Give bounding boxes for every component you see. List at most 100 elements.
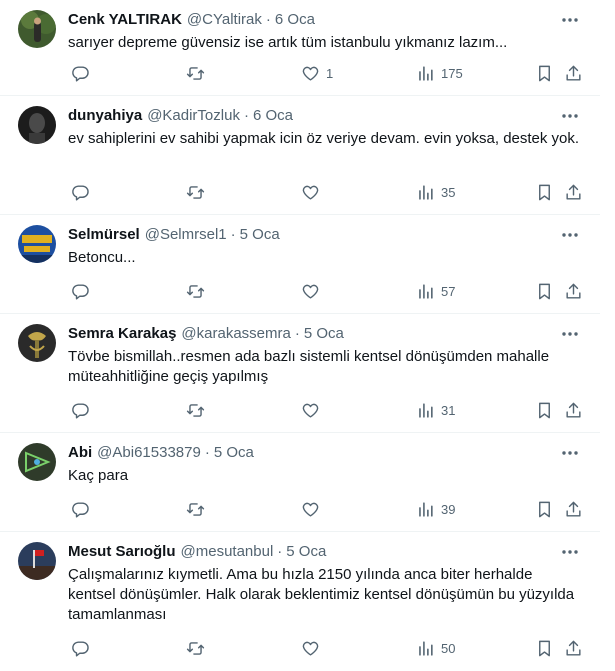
tweet-text: Çalışmalarınız kıymetli. Ama bu hızla 21…: [68, 566, 575, 623]
separator-dot: ·: [243, 107, 249, 124]
tweet-time[interactable]: 5 Oca: [214, 443, 254, 462]
author-name[interactable]: dunyahiya: [68, 106, 142, 125]
bookmark-button[interactable]: [535, 400, 554, 420]
tweet-item[interactable]: Selmürsel @Selmrsel1 · 5 Oca Betoncu... …: [0, 215, 600, 314]
views-icon: [419, 640, 433, 656]
author-handle[interactable]: @karakassemra: [181, 324, 290, 343]
reply-button[interactable]: [71, 499, 90, 519]
share-button[interactable]: [564, 499, 583, 519]
share-button[interactable]: [564, 400, 583, 420]
reply-button[interactable]: [71, 281, 90, 301]
more-icon[interactable]: [560, 106, 580, 126]
retweet-button[interactable]: [186, 638, 205, 658]
author-handle[interactable]: @mesutanbul: [181, 542, 274, 561]
bookmark-icon: [539, 184, 550, 200]
like-button[interactable]: 1: [301, 63, 333, 83]
tweet-item[interactable]: Mesut Sarıoğlu @mesutanbul · 5 Oca Çalış…: [0, 532, 600, 671]
views-count: 57: [441, 283, 456, 299]
views-count: 39: [441, 501, 456, 517]
avatar[interactable]: [18, 225, 56, 263]
views-button[interactable]: 175: [416, 63, 463, 83]
views-button[interactable]: 39: [416, 499, 455, 519]
tweet-actions: 50: [68, 638, 584, 658]
tweet-text: Tövbe bismillah..resmen ada bazlı sistem…: [68, 348, 550, 385]
author-handle[interactable]: @KadirTozluk: [147, 106, 240, 125]
share-icon: [566, 184, 581, 200]
avatar[interactable]: [18, 324, 56, 362]
tweet-time[interactable]: 6 Oca: [253, 106, 293, 125]
more-icon[interactable]: [560, 10, 580, 30]
author-name[interactable]: Selmürsel: [68, 225, 140, 244]
author-name[interactable]: Cenk YALTIRAK: [68, 10, 182, 29]
tweet-time[interactable]: 5 Oca: [240, 225, 280, 244]
more-icon[interactable]: [560, 324, 580, 344]
more-icon[interactable]: [560, 225, 580, 245]
tweet-time[interactable]: 5 Oca: [304, 324, 344, 343]
share-button[interactable]: [564, 63, 583, 83]
separator-dot: ·: [265, 11, 271, 28]
bookmark-icon: [539, 283, 550, 299]
views-icon: [419, 65, 433, 81]
share-button[interactable]: [564, 638, 583, 658]
retweet-icon: [186, 185, 205, 199]
more-icon[interactable]: [560, 542, 580, 562]
retweet-button[interactable]: [186, 400, 205, 420]
avatar[interactable]: [18, 10, 56, 48]
share-icon: [566, 65, 581, 81]
views-button[interactable]: 57: [416, 281, 455, 301]
like-button[interactable]: [301, 182, 320, 202]
views-count: 31: [441, 402, 456, 418]
author-handle[interactable]: @Selmrsel1: [145, 225, 227, 244]
reply-button[interactable]: [71, 638, 90, 658]
separator-dot: ·: [294, 325, 300, 342]
views-icon: [419, 283, 433, 299]
reply-feed: Cenk YALTIRAK @CYaltirak · 6 Oca sarıyer…: [0, 0, 600, 671]
bookmark-button[interactable]: [535, 182, 554, 202]
avatar[interactable]: [18, 542, 56, 580]
more-icon[interactable]: [560, 443, 580, 463]
like-button[interactable]: [301, 499, 320, 519]
views-icon: [419, 402, 433, 418]
bookmark-button[interactable]: [535, 281, 554, 301]
like-button[interactable]: [301, 281, 320, 301]
share-button[interactable]: [564, 281, 583, 301]
views-button[interactable]: 35: [416, 182, 455, 202]
tweet-item[interactable]: dunyahiya @KadirTozluk · 6 Oca ev sahipl…: [0, 96, 600, 215]
reply-button[interactable]: [71, 400, 90, 420]
author-handle[interactable]: @CYaltirak: [187, 10, 262, 29]
tweet-time[interactable]: 5 Oca: [286, 542, 326, 561]
bookmark-icon: [539, 402, 550, 418]
tweet-header: dunyahiya @KadirTozluk · 6 Oca: [68, 106, 293, 125]
bookmark-button[interactable]: [535, 499, 554, 519]
reply-button[interactable]: [71, 63, 90, 83]
retweet-button[interactable]: [186, 182, 205, 202]
tweet-item[interactable]: Semra Karakaş @karakassemra · 5 Oca Tövb…: [0, 314, 600, 433]
views-button[interactable]: 31: [416, 400, 455, 420]
avatar[interactable]: [18, 106, 56, 144]
views-count: 35: [441, 184, 456, 200]
reply-button[interactable]: [71, 182, 90, 202]
share-button[interactable]: [564, 182, 583, 202]
retweet-button[interactable]: [186, 63, 205, 83]
share-icon: [566, 283, 581, 299]
separator-dot: ·: [204, 444, 210, 461]
tweet-text: ev sahiplerini ev sahibi yapmak icin öz …: [68, 130, 580, 147]
retweet-button[interactable]: [186, 499, 205, 519]
bookmark-button[interactable]: [535, 638, 554, 658]
like-icon: [302, 185, 319, 200]
views-button[interactable]: 50: [416, 638, 455, 658]
tweet-time[interactable]: 6 Oca: [275, 10, 315, 29]
retweet-button[interactable]: [186, 281, 205, 301]
retweet-icon: [186, 502, 205, 516]
author-name[interactable]: Mesut Sarıoğlu: [68, 542, 176, 561]
like-button[interactable]: [301, 400, 320, 420]
tweet-item[interactable]: Cenk YALTIRAK @CYaltirak · 6 Oca sarıyer…: [0, 0, 600, 96]
tweet-item[interactable]: Abi @Abi61533879 · 5 Oca Kaç para 39: [0, 433, 600, 532]
author-name[interactable]: Abi: [68, 443, 92, 462]
tweet-actions: 1 175: [68, 63, 584, 83]
author-handle[interactable]: @Abi61533879: [97, 443, 201, 462]
author-name[interactable]: Semra Karakaş: [68, 324, 176, 343]
like-button[interactable]: [301, 638, 320, 658]
bookmark-button[interactable]: [535, 63, 554, 83]
avatar[interactable]: [18, 443, 56, 481]
